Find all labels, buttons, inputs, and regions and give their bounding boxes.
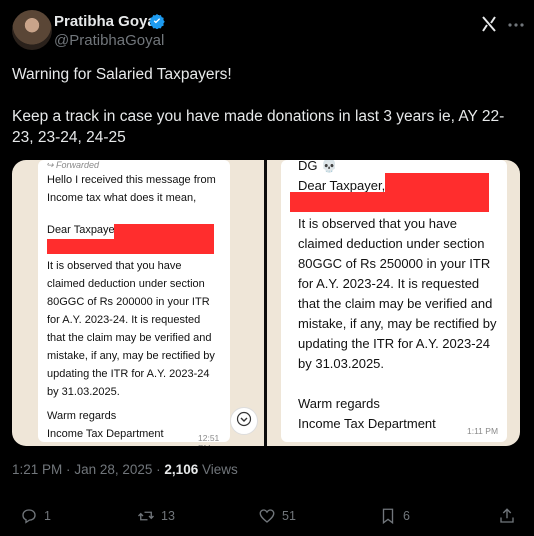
tweet-time[interactable]: 1:21 PM: [12, 462, 62, 477]
views-count: 2,106: [164, 462, 199, 477]
chevron-down-icon: [236, 411, 252, 432]
reply-count: 1: [44, 509, 51, 523]
share-icon: [500, 508, 514, 523]
message-signoff: Warm regards Income Tax Department: [298, 396, 436, 431]
meta-separator: ·: [66, 462, 71, 477]
like-button[interactable]: 51: [258, 504, 296, 528]
tweet-media[interactable]: ↪ Forwarded Hello I received this messag…: [12, 160, 520, 446]
message-time: 1:11 PM: [467, 426, 499, 436]
tweet-date[interactable]: Jan 28, 2025: [74, 462, 152, 477]
author-name[interactable]: Pratibha Goyal: [54, 13, 160, 30]
share-button[interactable]: [498, 504, 516, 528]
message-intro: Hello I received this message from Incom…: [47, 174, 216, 204]
message-body: It is observed that you have claimed ded…: [47, 260, 215, 398]
redaction-bar: [114, 224, 214, 239]
avatar[interactable]: [12, 10, 52, 50]
grok-icon[interactable]: [480, 15, 498, 33]
repost-button[interactable]: 13: [137, 504, 175, 528]
message-time: 12:51 PM: [198, 433, 220, 446]
views-label: Views: [201, 462, 238, 477]
bookmark-icon: [382, 508, 394, 525]
media-image-right[interactable]: DG 💀 Dear Taxpayer, It is observed that …: [267, 160, 520, 446]
like-icon: [259, 509, 275, 523]
reply-button[interactable]: 1: [20, 504, 51, 528]
author-handle[interactable]: @PratibhaGoyal: [54, 32, 164, 49]
message-body: It is observed that you have claimed ded…: [298, 216, 497, 371]
message-salutation: Dear Taxpayer: [47, 224, 119, 236]
meta-separator: ·: [156, 462, 161, 477]
message-top: DG 💀: [298, 160, 338, 173]
redaction-bar: [47, 239, 214, 254]
bookmark-count: 6: [403, 509, 410, 523]
bookmark-button[interactable]: 6: [379, 504, 410, 528]
reply-icon: [22, 509, 36, 524]
like-count: 51: [282, 509, 296, 523]
repost-icon: [138, 511, 154, 521]
action-bar: 1 13 51 6: [0, 500, 534, 530]
tweet-header: Pratibha Goyal @PratibhaGoyal: [12, 10, 524, 54]
chat-bubble: DG 💀 Dear Taxpayer, It is observed that …: [281, 160, 507, 442]
forwarded-label: ↪ Forwarded: [46, 160, 100, 170]
verified-icon[interactable]: [149, 13, 165, 30]
redaction-bar: [290, 192, 489, 212]
chat-bubble: ↪ Forwarded Hello I received this messag…: [38, 160, 230, 446]
scroll-down-button[interactable]: [230, 407, 258, 435]
message-signoff: Warm regards Income Tax Department: [47, 410, 164, 440]
redaction-bar: [385, 173, 489, 192]
repost-count: 13: [161, 509, 175, 523]
tweet-text: Warning for Salaried Taxpayers! Keep a t…: [12, 66, 505, 146]
media-image-left[interactable]: ↪ Forwarded Hello I received this messag…: [12, 160, 264, 446]
more-icon[interactable]: [506, 15, 526, 35]
tweet-meta: 1:21 PM · Jan 28, 2025 · 2,106 Views: [12, 462, 238, 477]
